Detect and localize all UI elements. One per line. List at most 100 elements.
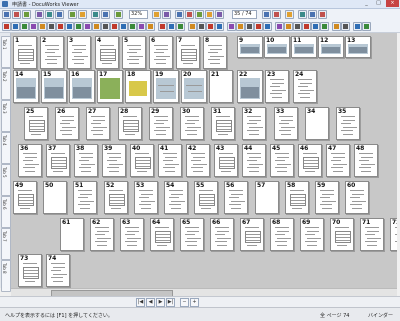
page-thumbnail[interactable]: 25 [24,107,48,140]
page-thumbnail[interactable]: 72 [390,218,397,251]
page-thumbnail[interactable]: 29 [149,107,173,140]
ellipse-annotation-icon[interactable] [74,22,83,31]
zoom-out-tool-icon[interactable] [114,10,123,19]
rotate-annotation-icon[interactable] [320,22,329,31]
first-page-button[interactable]: |◀ [136,298,145,307]
view-5-tool-icon[interactable] [215,10,224,19]
page-thumbnail[interactable]: 5 [122,36,146,69]
sticky-annotation-icon[interactable] [101,22,110,31]
stamp-tool-icon[interactable] [308,10,317,19]
page-thumbnail[interactable]: 16 [69,70,95,103]
page-thumbnail[interactable]: 40 [130,144,154,177]
page-thumbnail[interactable]: 66 [210,218,234,251]
forward-tool-icon[interactable] [78,10,87,19]
page-thumbnail[interactable]: 71 [360,218,384,251]
page-thumbnail[interactable]: 3 [67,36,91,69]
page-thumbnail[interactable]: 53 [134,181,158,214]
front-annotation-icon[interactable] [206,22,215,31]
page-thumbnail[interactable]: 59 [315,181,339,214]
snap-annotation-icon[interactable] [254,22,263,31]
minimize-button[interactable]: _ [361,0,372,7]
view-2-tool-icon[interactable] [185,10,194,19]
binder-tab-8[interactable]: Tab 8 [1,260,11,292]
page-thumbnail[interactable]: 23 [265,70,289,103]
page-thumbnail[interactable]: 14 [13,70,39,103]
ruler-annotation-icon[interactable] [275,22,284,31]
prev-page-tool-icon[interactable] [91,10,100,19]
eraser-annotation-icon[interactable] [119,22,128,31]
horizontal-scrollbar[interactable] [11,288,397,297]
page-thumbnail[interactable]: 32 [242,107,266,140]
cut-tool-icon[interactable] [35,10,44,19]
page-thumbnail[interactable]: 34 [305,107,329,140]
page-thumbnail[interactable]: 18 [125,70,151,103]
binder-tab-3[interactable]: Tab 3 [1,100,11,132]
back-annotation-icon[interactable] [215,22,224,31]
link-annotation-icon[interactable] [110,22,119,31]
page-thumbnail[interactable]: 19 [153,70,179,103]
page-add-annotation-icon[interactable] [284,22,293,31]
page-thumbnail[interactable]: 24 [293,70,317,103]
binder-thumbnail-view[interactable]: 1 2 3 4 5 6 7 8 9 10 11 12 13 14 15 16 17 18 19 20 21 22 23 24 2… [11,33,397,288]
polygon-annotation-icon[interactable] [83,22,92,31]
page-thumbnail[interactable]: 38 [74,144,98,177]
page-thumbnail[interactable]: 69 [300,218,324,251]
page-thumbnail[interactable]: 31 [211,107,235,140]
maximize-button[interactable]: □ [373,0,384,7]
page-thumbnail[interactable]: 54 [164,181,188,214]
merge-annotation-icon[interactable] [341,22,350,31]
binder-tab-7[interactable]: Tab 7 [1,228,11,260]
fill-annotation-icon[interactable] [146,22,155,31]
open-tool-icon[interactable] [2,10,11,19]
page-thumbnail[interactable]: 58 [285,181,309,214]
page-thumbnail[interactable]: 13 [345,36,371,58]
page-thumbnail[interactable]: 36 [18,144,42,177]
page-thumbnail[interactable]: 6 [149,36,173,69]
text-annotation-icon[interactable] [20,22,29,31]
page-thumbnail[interactable]: 45 [270,144,294,177]
page-thumbnail[interactable]: 10 [264,36,290,58]
page-thumbnail[interactable]: 33 [274,107,298,140]
page-thumbnail[interactable]: 73 [18,254,42,287]
zoom-in-button[interactable]: + [190,298,199,307]
bookmark-annotation-icon[interactable] [362,22,371,31]
page-thumbnail[interactable]: 44 [242,144,266,177]
page-thumbnail[interactable]: 63 [120,218,144,251]
select-annotation-icon[interactable] [2,22,11,31]
show-annotation-icon[interactable] [236,22,245,31]
binder-tab-4[interactable]: Tab 4 [1,132,11,164]
zoom-in-tool-icon[interactable] [152,10,161,19]
page-thumbnail[interactable]: 41 [158,144,182,177]
split-annotation-icon[interactable] [332,22,341,31]
last-page-button[interactable]: ▶| [166,298,175,307]
view-3-tool-icon[interactable] [195,10,204,19]
page-thumbnail[interactable]: 9 [237,36,263,58]
page-thumbnail[interactable]: 61 [60,218,84,251]
rotate-left-tool-icon[interactable] [262,10,271,19]
page-thumbnail[interactable]: 7 [176,36,200,69]
page-thumbnail[interactable]: 52 [104,181,128,214]
find-tool-icon[interactable] [285,10,294,19]
page-thumbnail[interactable]: 70 [330,218,354,251]
page-thumbnail[interactable]: 39 [102,144,126,177]
view-1-tool-icon[interactable] [175,10,184,19]
page-thumbnail[interactable]: 50 [43,181,67,214]
next-page-tool-icon[interactable] [101,10,110,19]
page-thumbnail[interactable]: 67 [240,218,264,251]
back-tool-icon[interactable] [68,10,77,19]
page-thumbnail[interactable]: 4 [95,36,119,69]
link2-annotation-icon[interactable] [353,22,362,31]
fit-tool-icon[interactable] [162,10,171,19]
paste-tool-icon[interactable] [55,10,64,19]
rect-annotation-icon[interactable] [65,22,74,31]
group-annotation-icon[interactable] [188,22,197,31]
page-thumbnail[interactable]: 21 [209,70,233,103]
page-thumbnail[interactable]: 65 [180,218,204,251]
page-thumbnail[interactable]: 56 [224,181,248,214]
binder-tab-2[interactable]: Tab 2 [1,68,11,100]
insert-annotation-icon[interactable] [302,22,311,31]
link-tool-icon[interactable] [318,10,327,19]
page-thumbnail[interactable]: 17 [97,70,123,103]
page-thumbnail[interactable]: 55 [194,181,218,214]
print-tool-icon[interactable] [22,10,31,19]
